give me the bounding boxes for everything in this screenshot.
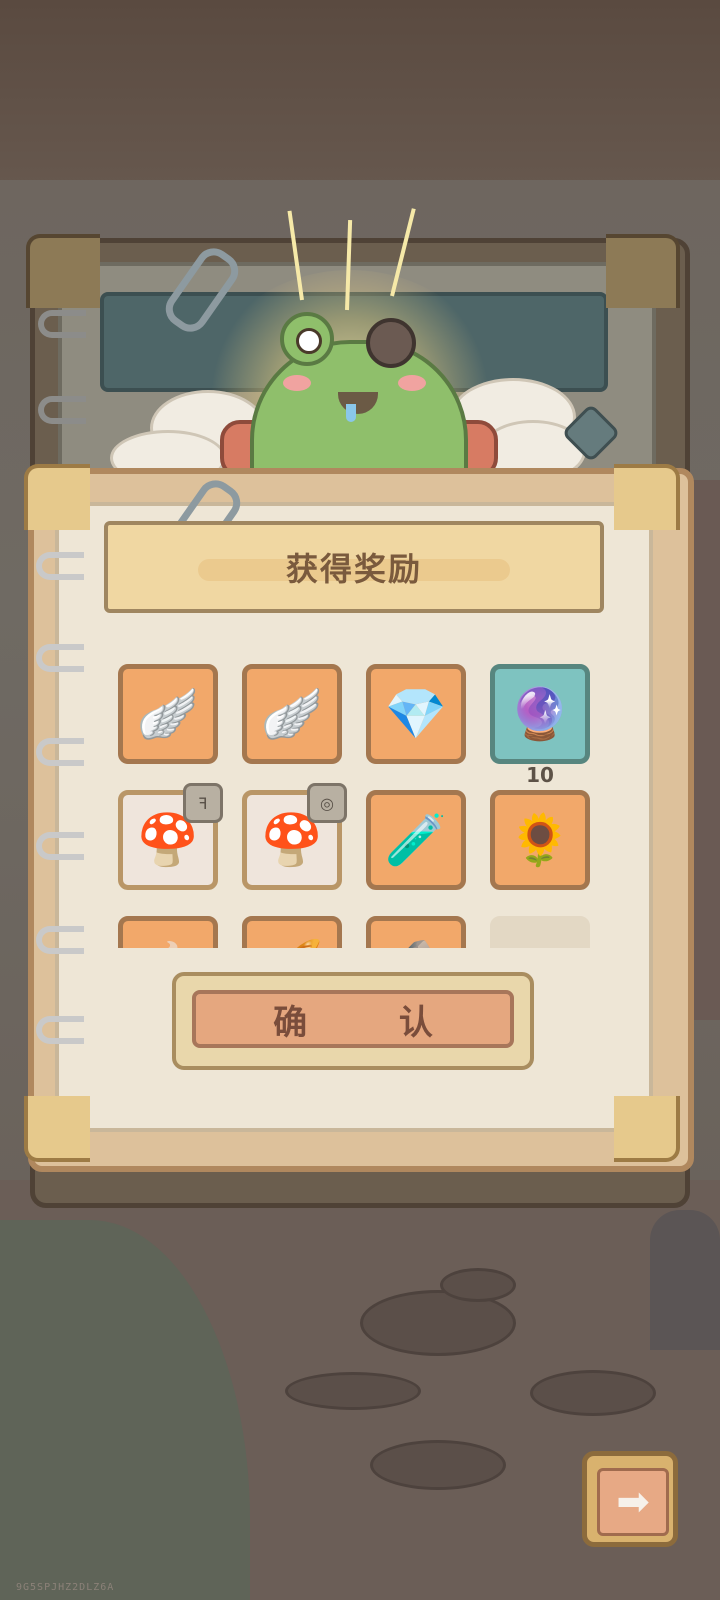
binder-ring [36, 1016, 84, 1044]
arrow-right-icon[interactable]: ➡ [597, 1468, 669, 1536]
binder-ring [38, 396, 86, 424]
frog-goggles-icon [366, 318, 416, 368]
reward-slot-partial-item-1[interactable]: 🍲 [118, 916, 218, 948]
binder-ring [38, 310, 86, 338]
partial-item-3-icon: 🪨 [385, 941, 447, 948]
partial-item-2-icon: 🥖 [261, 941, 323, 948]
notebook-corner [606, 234, 680, 308]
quality-badge-icon: ◎ [307, 783, 347, 823]
game-screen: 获得奖励 🪽 🪽 💎 🔮 10 🍄ꟻ🍄◎ 🧪 🌻 🍲 🥖 🪨 确 认 ➡ 9G5SPJHZ2DLZ6… [0, 0, 720, 1600]
reward-slot-empty-slot [490, 916, 590, 948]
binder-ring [36, 644, 84, 672]
item-count: 10 [526, 763, 554, 787]
golden-wings-icon: 🪽 [260, 685, 324, 743]
stepping-stone [285, 1372, 421, 1410]
reward-slot-potion-vial[interactable]: 🧪 [366, 790, 466, 890]
binder-ring [36, 552, 84, 580]
frog-pupil [296, 328, 322, 354]
dialog-corner [614, 1096, 680, 1162]
frog-cheek [398, 375, 426, 391]
frog-eye [280, 312, 334, 366]
quality-badge-icon: ꟻ [183, 783, 223, 823]
seed-bag-icon: 🌻 [508, 811, 572, 869]
reward-slot-golden-wings[interactable]: 🪽 [242, 664, 342, 764]
reward-slot-green-mushroom[interactable]: 🍄 ◎ [242, 783, 347, 890]
reward-slot-partial-item-3[interactable]: 🪨 [366, 916, 466, 948]
confirm-button-frame[interactable]: 确 认 [172, 972, 534, 1070]
watermark-text: 9G5SPJHZ2DLZ6A [16, 1582, 115, 1593]
dialog-title-bar: 获得奖励 [104, 521, 604, 613]
crystal-icon: 💎 [384, 685, 448, 743]
notebook-corner [26, 234, 100, 308]
next-button[interactable]: ➡ [582, 1451, 678, 1547]
reward-grid[interactable]: 🪽 🪽 💎 🔮 10 🍄ꟻ🍄◎ 🧪 🌻 🍲 🥖 🪨 [105, 652, 605, 948]
background-tower [650, 1210, 720, 1350]
potion-vial-icon: 🧪 [384, 811, 448, 869]
reward-slot-frost-orb[interactable]: 🔮 10 [490, 664, 590, 787]
stepping-stone [370, 1440, 506, 1490]
reward-slot-crystal[interactable]: 💎 [366, 664, 466, 764]
dialog-title: 获得奖励 [285, 550, 422, 588]
frog-drool [346, 404, 356, 422]
binder-ring [36, 738, 84, 766]
reward-slot-blue-mushroom[interactable]: 🍄 ꟻ [118, 783, 223, 890]
binder-ring [36, 832, 84, 860]
frost-orb-icon: 🔮 [508, 685, 572, 743]
confirm-button[interactable]: 确 认 [192, 990, 514, 1048]
stepping-stone [530, 1370, 656, 1416]
dialog-corner [614, 464, 680, 530]
binder-ring [36, 926, 84, 954]
frog-cheek [283, 375, 311, 391]
reward-slot-rainbow-wings[interactable]: 🪽 [118, 664, 218, 764]
dialog-corner [24, 1096, 90, 1162]
reward-slot-partial-item-2[interactable]: 🥖 [242, 916, 342, 948]
dialog-corner [24, 464, 90, 530]
partial-item-1-icon: 🍲 [137, 941, 199, 948]
reward-slot-seed-bag[interactable]: 🌻 [490, 790, 590, 890]
rainbow-wings-icon: 🪽 [136, 685, 200, 743]
stepping-stone [440, 1268, 516, 1302]
